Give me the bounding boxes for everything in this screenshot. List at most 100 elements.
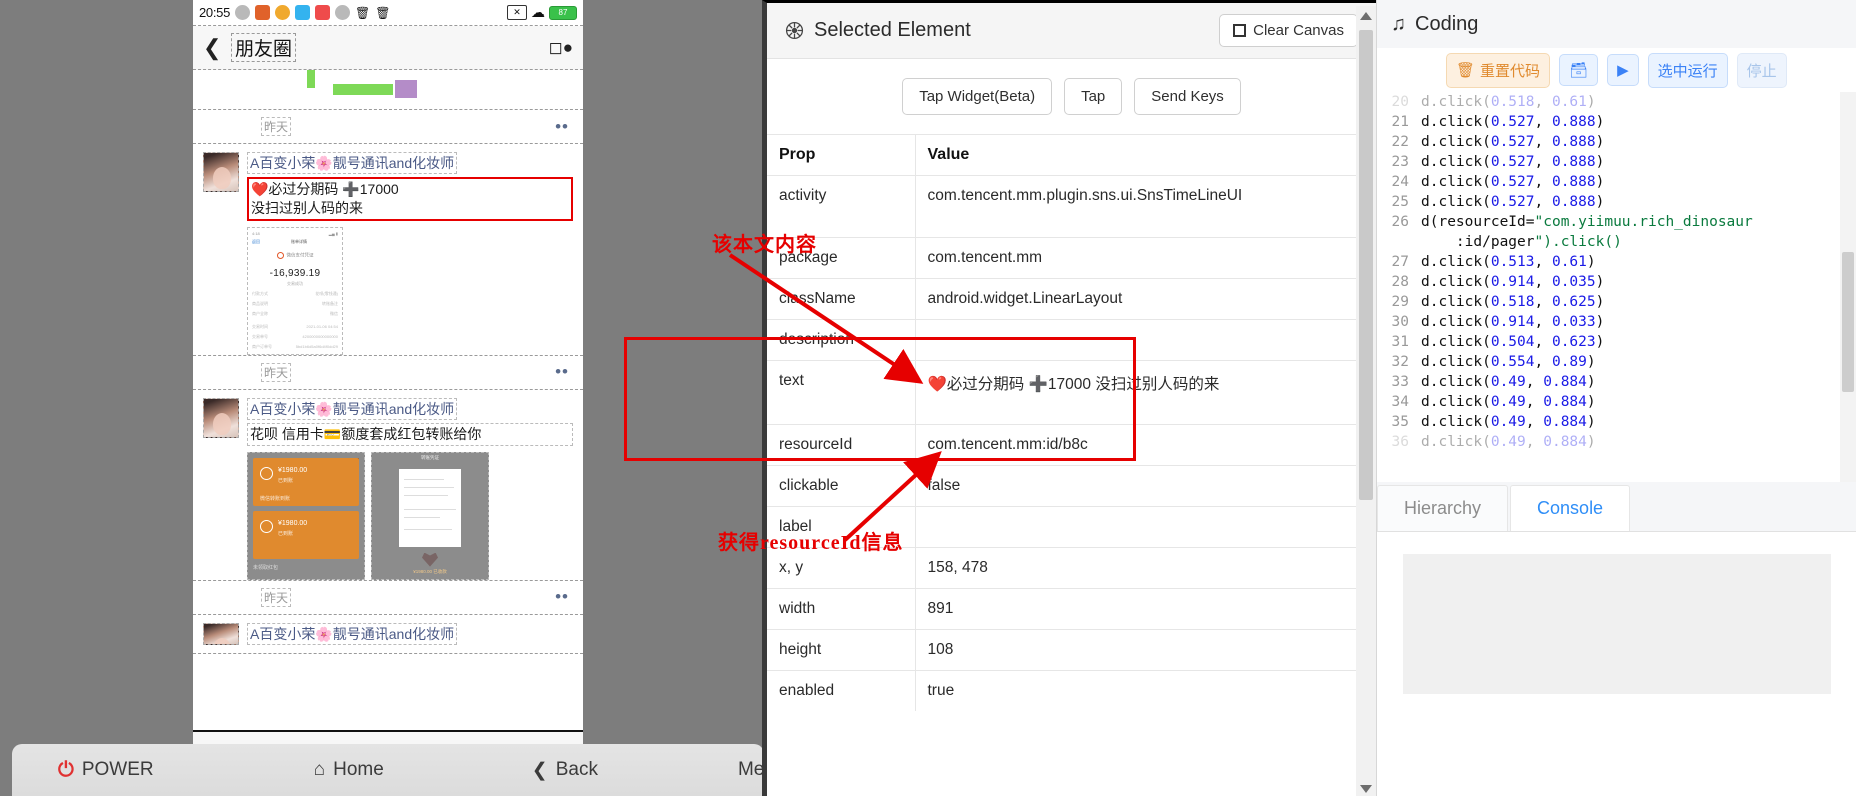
post-image-receipt[interactable]: 4:18 ▂▄ ▮ 返回 账单详情 微信支付凭证 -16,939.19 交易成功 … xyxy=(247,226,343,355)
console-output[interactable] xyxy=(1403,554,1831,694)
reset-code-button[interactable]: 🗑 重置代码 xyxy=(1446,52,1551,88)
tab-hierarchy[interactable]: Hierarchy xyxy=(1377,485,1509,531)
prop-key: enabled xyxy=(767,670,916,711)
table-row[interactable]: activity com.tencent.mm.plugin.sns.ui.Sn… xyxy=(767,175,1361,238)
copy-code-button[interactable]: 🗃 xyxy=(1559,54,1599,86)
table-row[interactable]: package com.tencent.mm xyxy=(767,237,1361,279)
prop-value[interactable]: com.tencent.mm.plugin.sns.ui.SnsTimeLine… xyxy=(915,175,1361,238)
post-text-line-2: 没扫过别人码的来 xyxy=(251,199,363,216)
back-button-label: Back xyxy=(555,759,598,780)
run-button[interactable]: ▶ xyxy=(1607,54,1639,86)
more-dots-icon[interactable]: •• xyxy=(555,117,569,137)
code-line[interactable]: 35 d.click(0.49, 0.884) xyxy=(1377,412,1856,432)
battery-indicator: 87 xyxy=(549,5,577,20)
moments-post[interactable]: A百变小荣🌸靓号通讯and化妆师 花呗 信用卡💳额度套成红包转账给你 ¥1980… xyxy=(193,389,583,581)
send-keys-button[interactable]: Send Keys xyxy=(1134,78,1241,115)
avatar[interactable] xyxy=(203,622,239,645)
post-author[interactable]: A百变小荣🌸靓号通讯and化妆师 xyxy=(247,152,458,174)
table-row[interactable]: label xyxy=(767,506,1361,548)
code-line[interactable]: 25 d.click(0.527, 0.888) xyxy=(1377,192,1856,212)
code-line[interactable]: 21 d.click(0.527, 0.888) xyxy=(1377,112,1856,132)
code-line[interactable]: 23 d.click(0.527, 0.888) xyxy=(1377,152,1856,172)
run-selection-button[interactable]: 选中运行 xyxy=(1647,52,1728,88)
code-line[interactable]: :id/pager").click() xyxy=(1377,232,1856,252)
transfer-badge: 未领取红包 xyxy=(253,564,279,571)
post-text[interactable]: 花呗 信用卡💳额度套成红包转账给你 xyxy=(247,422,573,446)
table-row[interactable]: clickable false xyxy=(767,465,1361,507)
code-line[interactable]: 31 d.click(0.504, 0.623) xyxy=(1377,332,1856,352)
prop-value[interactable] xyxy=(915,506,1361,548)
receipt-sub: 交易成功 xyxy=(287,280,303,286)
more-dots-icon[interactable]: •• xyxy=(555,362,569,382)
prop-value[interactable]: 158, 478 xyxy=(915,547,1361,589)
camera-icon[interactable]: ◻● xyxy=(549,38,573,58)
device-screen[interactable]: 20:55 🗑 🗑 ✕ ☁ 87 ❮ 朋友圈 ◻● 昨天 •• A百变小荣🌸靓号… xyxy=(193,0,583,730)
scrollbar-thumb[interactable] xyxy=(1359,30,1373,500)
code-line[interactable]: 29 d.click(0.518, 0.625) xyxy=(1377,292,1856,312)
inspector-scrollbar[interactable] xyxy=(1356,6,1376,796)
prop-value[interactable]: 891 xyxy=(915,588,1361,630)
post-text-highlighted[interactable]: ❤️必过分期码 ➕17000 没扫过别人码的来 xyxy=(247,177,573,221)
console-panel[interactable] xyxy=(1377,532,1856,796)
table-row[interactable]: className android.widget.LinearLayout xyxy=(767,278,1361,320)
code-line[interactable]: 30 d.click(0.914, 0.033) xyxy=(1377,312,1856,332)
trash-icon: 🗑 xyxy=(1456,62,1476,79)
moments-cover-strip xyxy=(193,70,583,110)
table-row[interactable]: width 891 xyxy=(767,588,1361,630)
code-line-text: d.click(0.504, 0.623) xyxy=(1421,334,1605,350)
post-author[interactable]: A百变小荣🌸靓号通讯and化妆师 xyxy=(247,622,458,645)
prop-value[interactable]: 108 xyxy=(915,629,1361,671)
table-row[interactable]: height 108 xyxy=(767,629,1361,671)
editor-scrollbar[interactable] xyxy=(1840,92,1856,482)
avatar[interactable] xyxy=(203,152,239,192)
code-line-text: d.click(0.49, 0.884) xyxy=(1421,394,1596,410)
post-author[interactable]: A百变小荣🌸靓号通讯and化妆师 xyxy=(247,397,458,420)
avatar[interactable] xyxy=(203,397,239,438)
scroll-up-icon[interactable] xyxy=(1360,12,1372,20)
moments-feed[interactable]: 昨天 •• A百变小荣🌸靓号通讯and化妆师 ❤️必过分期码 ➕17000 没扫… xyxy=(193,110,583,654)
transfer-amount: ¥1980.00 xyxy=(278,466,308,474)
back-button[interactable]: ❮ Back xyxy=(522,759,608,782)
prop-value[interactable]: false xyxy=(915,465,1361,507)
checkbox-icon[interactable] xyxy=(1233,24,1247,37)
line-number: 34 xyxy=(1391,394,1409,410)
editor-scrollbar-thumb[interactable] xyxy=(1842,252,1854,392)
code-line[interactable]: 22 d.click(0.527, 0.888) xyxy=(1377,132,1856,152)
power-button[interactable]: ⏻ POWER xyxy=(48,759,164,782)
home-button[interactable]: ⌂ Home xyxy=(304,759,394,781)
prop-value[interactable]: com.tencent.mm xyxy=(915,237,1361,279)
chevron-left-icon[interactable]: ❮ xyxy=(203,35,231,61)
code-line[interactable]: 34 d.click(0.49, 0.884) xyxy=(1377,392,1856,412)
moments-post[interactable]: A百变小荣🌸靓号通讯and化妆师 xyxy=(193,614,583,654)
moments-post[interactable]: A百变小荣🌸靓号通讯and化妆师 ❤️必过分期码 ➕17000 没扫过别人码的来… xyxy=(193,144,583,356)
hardware-toolbar: ⏻ POWER ⌂ Home ❮ Back Menu xyxy=(12,744,785,796)
more-dots-icon[interactable]: •• xyxy=(555,587,569,607)
coding-title: Coding xyxy=(1415,12,1479,35)
table-row[interactable]: enabled true xyxy=(767,670,1361,711)
feed-meta-row: 昨天 •• xyxy=(193,110,583,144)
code-line[interactable]: 36 d.click(0.49, 0.884) xyxy=(1377,432,1856,452)
prop-value[interactable]: true xyxy=(915,670,1361,711)
tab-console[interactable]: Console xyxy=(1510,485,1631,531)
code-line[interactable]: 24 d.click(0.527, 0.888) xyxy=(1377,172,1856,192)
tap-button[interactable]: Tap xyxy=(1064,78,1123,115)
status-icon-5 xyxy=(315,5,331,20)
post-image-document[interactable]: 转账凭证 ¥1980.00 已收款 xyxy=(371,451,489,580)
code-line[interactable]: 26 d(resourceId="com.yiimuu.rich_dinosaur xyxy=(1377,212,1856,232)
scroll-down-icon[interactable] xyxy=(1360,785,1372,793)
clear-canvas-button[interactable]: Clear Canvas xyxy=(1219,14,1358,47)
code-line[interactable]: 33 d.click(0.49, 0.884) xyxy=(1377,372,1856,392)
stop-button[interactable]: 停止 xyxy=(1736,52,1787,88)
code-editor[interactable]: 20 d.click(0.518, 0.61) 21 d.click(0.527, 0… xyxy=(1377,92,1856,482)
feed-meta-row: 昨天 •• xyxy=(193,355,583,390)
code-line[interactable]: 27 d.click(0.513, 0.61) xyxy=(1377,252,1856,272)
code-line[interactable]: 20 d.click(0.518, 0.61) xyxy=(1377,92,1856,112)
target-gear-icon xyxy=(785,21,804,40)
code-line[interactable]: 32 d.click(0.554, 0.89) xyxy=(1377,352,1856,372)
prop-value[interactable]: android.widget.LinearLayout xyxy=(915,278,1361,320)
code-line[interactable]: 28 d.click(0.914, 0.035) xyxy=(1377,272,1856,292)
table-row[interactable]: x, y 158, 478 xyxy=(767,547,1361,589)
tap-widget-button[interactable]: Tap Widget(Beta) xyxy=(902,78,1053,115)
post-image-transfer[interactable]: ¥1980.00 已到账 微信转账到账 ¥1980.00 已到账 未领取红包 xyxy=(247,451,365,580)
power-icon: ⏻ xyxy=(58,758,74,781)
